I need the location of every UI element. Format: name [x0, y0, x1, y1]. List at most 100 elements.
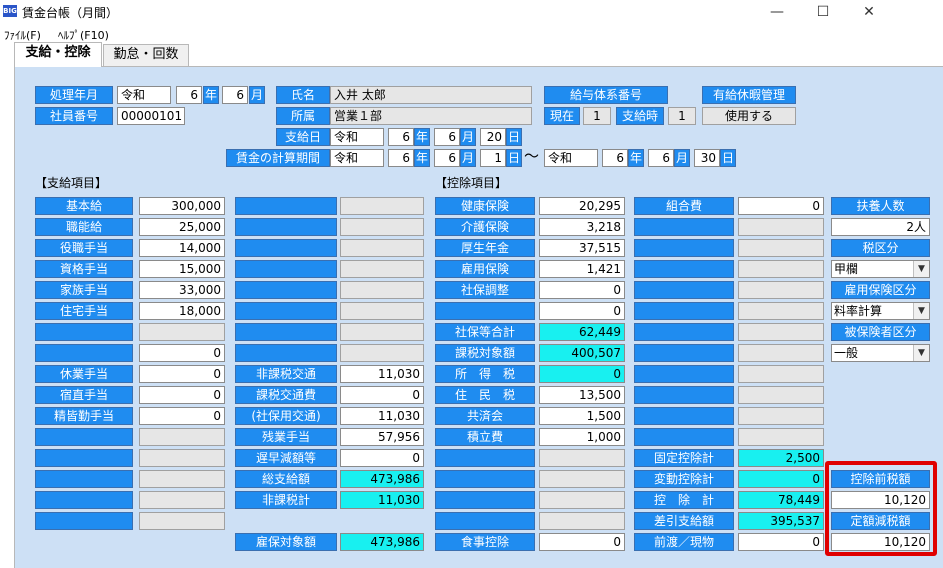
- payment-blank-field: [340, 323, 424, 341]
- deduction-blank-label: [435, 470, 535, 488]
- attendance-allowance-field[interactable]: 0: [139, 407, 225, 425]
- calc-from-year-field[interactable]: 6: [388, 149, 414, 167]
- employment-insurance-base-label: 雇保対象額: [235, 533, 337, 551]
- payday-era-field[interactable]: 令和: [330, 128, 384, 146]
- skill-pay-field[interactable]: 25,000: [139, 218, 225, 236]
- payment-blank-label: [235, 218, 337, 236]
- leave-management-label: 有給休暇管理: [702, 86, 796, 104]
- calc-to-day-field[interactable]: 30: [694, 149, 720, 167]
- main-panel: 処理年月 令和 6 年 6 月 社員番号 00000101 氏名 入井 太郎 所…: [14, 66, 943, 568]
- mutual-aid-field[interactable]: 1,500: [539, 407, 625, 425]
- basic-pay-field[interactable]: 300,000: [139, 197, 225, 215]
- calc-from-era-field[interactable]: 令和: [330, 149, 384, 167]
- chevron-down-icon[interactable]: ▼: [913, 345, 929, 361]
- close-button[interactable]: ✕: [846, 0, 892, 24]
- year-unit-label: 年: [414, 128, 430, 146]
- deduction-blank-label: [634, 302, 734, 320]
- variable-deduction-total-value: 0: [738, 470, 824, 488]
- resident-tax-label: 住 民 税: [435, 386, 535, 404]
- deduction-blank-label: [634, 365, 734, 383]
- payment-blank-field: [340, 281, 424, 299]
- deduction-blank-field: [539, 512, 625, 530]
- tax-class-label: 税区分: [831, 239, 930, 257]
- tab-attendance[interactable]: 勤怠・回数: [103, 44, 189, 66]
- department-label: 所属: [276, 107, 330, 125]
- housing-allowance-field[interactable]: 18,000: [139, 302, 225, 320]
- payment-blank-field: [139, 470, 225, 488]
- deduction-blank-value-field[interactable]: 0: [539, 302, 625, 320]
- title-bar: BIG 賃金台帳（月間） — ☐ ✕: [0, 0, 943, 24]
- employment-insurance-base-value: 473,986: [340, 533, 424, 551]
- period-era-field[interactable]: 令和: [117, 86, 171, 104]
- leave-allowance-field[interactable]: 0: [139, 365, 225, 383]
- employee-number-field[interactable]: 00000101: [117, 107, 185, 125]
- minimize-button[interactable]: —: [754, 0, 800, 24]
- payment-blank-label: [235, 239, 337, 257]
- attendance-allowance-label: 精皆勤手当: [35, 407, 133, 425]
- period-year-field[interactable]: 6: [176, 86, 202, 104]
- late-deduction-field[interactable]: 0: [340, 449, 424, 467]
- payment-blank-label: [235, 323, 337, 341]
- month-unit-label: 月: [460, 128, 476, 146]
- total-pay-label: 総支給額: [235, 470, 337, 488]
- calc-to-era-field[interactable]: 令和: [544, 149, 598, 167]
- care-insurance-field[interactable]: 3,218: [539, 218, 625, 236]
- employment-insurance-field[interactable]: 1,421: [539, 260, 625, 278]
- social-adjust-field[interactable]: 0: [539, 281, 625, 299]
- deduction-blank-field: [738, 428, 824, 446]
- dependents-field[interactable]: 2人: [831, 218, 930, 236]
- meal-deduction-field[interactable]: 0: [539, 533, 625, 551]
- savings-field[interactable]: 1,000: [539, 428, 625, 446]
- deduction-blank-field: [738, 365, 824, 383]
- period-month-field[interactable]: 6: [222, 86, 248, 104]
- advance-in-kind-field[interactable]: 0: [738, 533, 824, 551]
- union-fee-field[interactable]: 0: [738, 197, 824, 215]
- leave-management-value: 使用する: [702, 107, 796, 125]
- menu-file[interactable]: ﾌｧｲﾙ(F): [4, 27, 41, 43]
- deduction-blank-label: [634, 407, 734, 425]
- social-commute-field[interactable]: 11,030: [340, 407, 424, 425]
- nontax-commute-field[interactable]: 11,030: [340, 365, 424, 383]
- calc-from-month-field[interactable]: 6: [434, 149, 460, 167]
- payment-blank-value-field[interactable]: 0: [139, 344, 225, 362]
- payment-blank-field: [139, 428, 225, 446]
- at-pay-value: 1: [668, 107, 696, 125]
- pension-field[interactable]: 37,515: [539, 239, 625, 257]
- family-allowance-field[interactable]: 33,000: [139, 281, 225, 299]
- calc-to-month-field[interactable]: 6: [648, 149, 674, 167]
- night-duty-allowance-field[interactable]: 0: [139, 386, 225, 404]
- overtime-allowance-label: 残業手当: [235, 428, 337, 446]
- resident-tax-field[interactable]: 13,500: [539, 386, 625, 404]
- position-allowance-field[interactable]: 14,000: [139, 239, 225, 257]
- fixed-deduction-total-label: 固定控除計: [634, 449, 734, 467]
- overtime-allowance-field[interactable]: 57,956: [340, 428, 424, 446]
- employment-insurance-class-select[interactable]: 料率計算 ▼: [831, 302, 930, 320]
- insured-class-select[interactable]: 一般 ▼: [831, 344, 930, 362]
- payday-month-field[interactable]: 6: [434, 128, 460, 146]
- deduction-blank-label: [634, 218, 734, 236]
- payment-blank-label: [235, 281, 337, 299]
- deductions-section-title: 【控除項目】: [435, 176, 508, 190]
- payment-blank-field: [340, 218, 424, 236]
- tax-commute-field[interactable]: 0: [340, 386, 424, 404]
- payment-blank-field: [340, 197, 424, 215]
- chevron-down-icon[interactable]: ▼: [913, 261, 929, 277]
- union-fee-label: 組合費: [634, 197, 734, 215]
- chevron-down-icon[interactable]: ▼: [913, 303, 929, 319]
- window-title: 賃金台帳（月間）: [22, 6, 119, 20]
- payday-year-field[interactable]: 6: [388, 128, 414, 146]
- dependents-label: 扶養人数: [831, 197, 930, 215]
- tax-class-select[interactable]: 甲欄 ▼: [831, 260, 930, 278]
- menu-help[interactable]: ﾍﾙﾌﾟ(F10): [58, 27, 109, 43]
- health-insurance-field[interactable]: 20,295: [539, 197, 625, 215]
- qualification-allowance-field[interactable]: 15,000: [139, 260, 225, 278]
- payday-day-field[interactable]: 20: [480, 128, 506, 146]
- calc-from-day-field[interactable]: 1: [480, 149, 506, 167]
- deduction-blank-label: [634, 281, 734, 299]
- income-tax-value: 0: [539, 365, 625, 383]
- maximize-button[interactable]: ☐: [800, 0, 846, 24]
- tab-pay-deduction[interactable]: 支給・控除: [14, 42, 102, 67]
- social-total-value: 62,449: [539, 323, 625, 341]
- calc-to-year-field[interactable]: 6: [602, 149, 628, 167]
- day-unit-label: 日: [506, 149, 522, 167]
